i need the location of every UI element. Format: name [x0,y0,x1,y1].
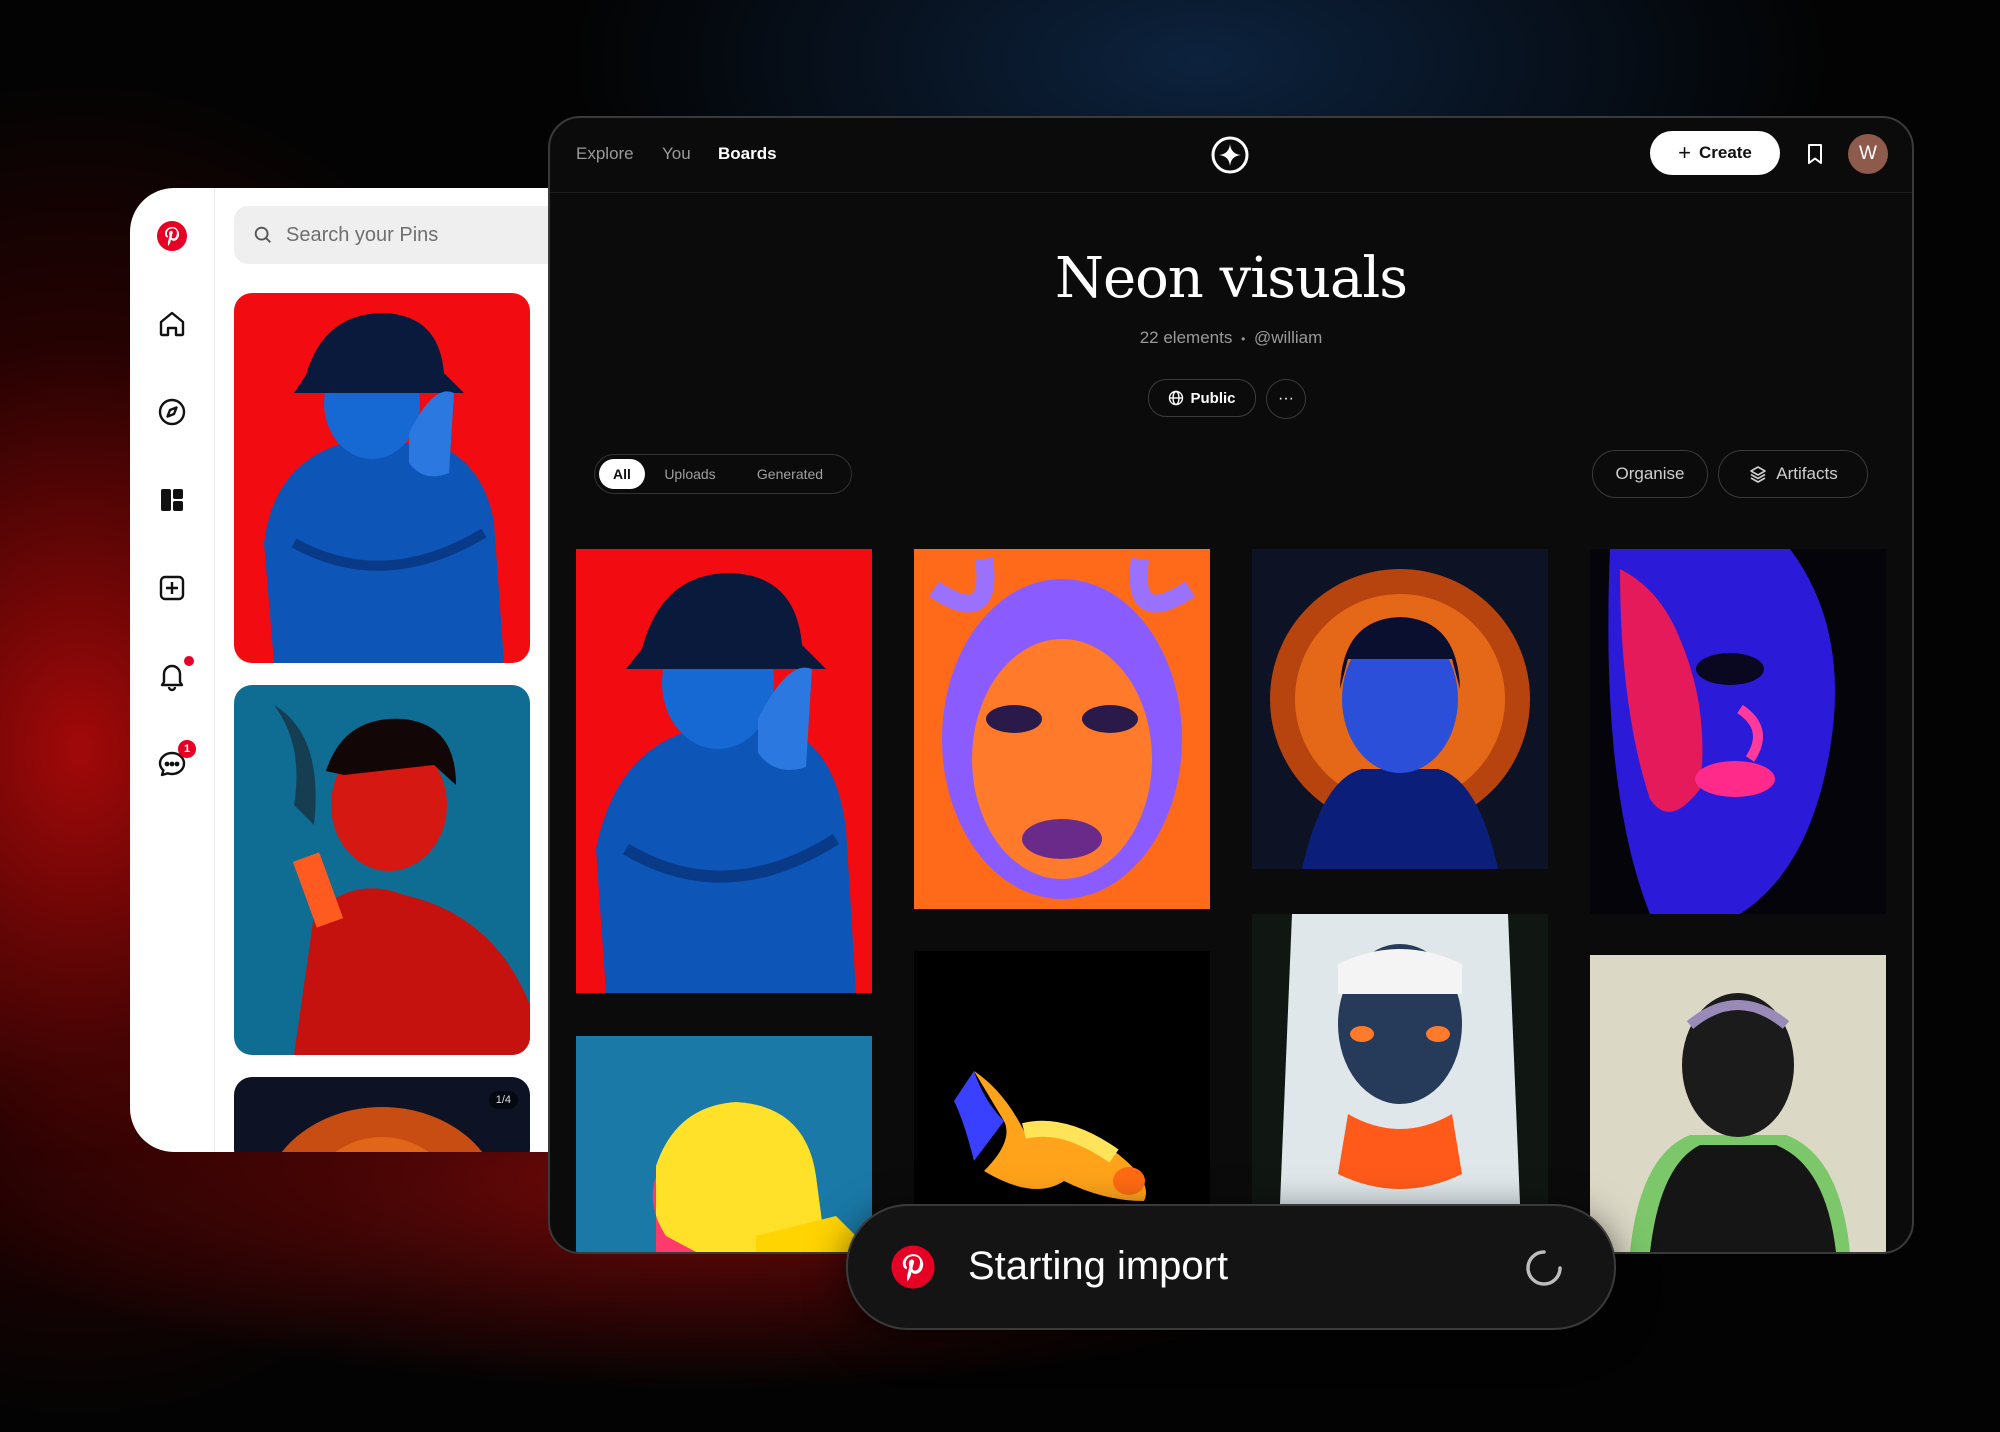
loading-spinner-icon [1526,1250,1562,1286]
board-title: Neon visuals [1054,246,1408,311]
nav-boards[interactable]: Boards [718,144,777,164]
explore-compass-icon[interactable] [150,390,194,434]
visibility-button[interactable]: Public [1148,379,1256,417]
home-icon[interactable] [150,302,194,346]
top-navigation-bar: Explore You Boards + Create W [550,118,1912,193]
board-pin[interactable] [1590,549,1886,914]
layers-icon [1750,466,1767,483]
pin-card[interactable]: 1/4 [234,1077,530,1152]
pin-image-orange-halo [1252,549,1548,869]
notification-dot [184,656,194,666]
pin-carousel-counter: 1/4 [488,1091,518,1109]
board-pin[interactable] [1252,549,1548,869]
app-logo-icon[interactable] [1209,134,1251,176]
nav-explore[interactable]: Explore [576,144,634,164]
messages-badge: 1 [178,740,196,758]
filter-tabs: All Uploads Generated [594,454,852,494]
pinterest-sidebar: 1 [130,188,215,1152]
pinterest-panel: 1 Search your Pins 1/4 [130,188,610,1152]
toast-message: Starting import [968,1244,1229,1288]
search-icon [254,226,271,243]
create-pin-icon[interactable] [150,566,194,610]
pin-image-neon-portrait-red [576,549,872,993]
pin-image-inverted-portrait [1252,914,1548,1252]
pin-card[interactable] [234,293,530,663]
board-pin[interactable] [1590,955,1886,1252]
pinterest-logo-icon[interactable] [150,214,194,258]
pin-image-shadow-silhouette [1590,955,1886,1252]
filter-tab-generated[interactable]: Generated [735,459,845,489]
pin-image-neon-portrait-blue [234,685,530,1055]
board-meta: 22 elements • @william [550,328,1912,348]
pin-image-orange-halo [234,1077,530,1152]
messages-icon[interactable]: 1 [150,740,196,786]
import-toast: Starting import [846,1204,1616,1330]
globe-icon [1169,390,1184,406]
boards-icon[interactable] [150,478,194,522]
board-pin[interactable] [576,1036,872,1252]
visibility-label: Public [1190,389,1236,407]
meta-separator: • [1241,332,1246,346]
board-window: Explore You Boards + Create W Neon visua… [548,116,1914,1254]
board-pin[interactable] [1252,914,1548,1252]
bookmark-icon[interactable] [1804,142,1826,166]
create-button[interactable]: + Create [1650,131,1780,175]
notifications-bell-icon[interactable] [150,654,194,698]
board-pin[interactable] [576,549,872,993]
board-pin[interactable] [914,549,1210,909]
pin-image-uv-face [1590,549,1886,914]
artifacts-button[interactable]: Artifacts [1718,450,1868,498]
artifacts-label: Artifacts [1776,464,1838,483]
pin-image-neon-portrait-red [234,293,530,663]
board-owner[interactable]: @william [1254,328,1322,347]
filter-tab-uploads[interactable]: Uploads [651,459,729,489]
pin-image-yellow-silhouette [576,1036,872,1252]
create-label: Create [1698,143,1752,162]
nav-you[interactable]: You [662,144,691,164]
pin-image-neon-face [914,549,1210,909]
elements-count: 22 elements [1139,328,1233,347]
more-options-button[interactable]: ··· [1266,379,1306,419]
avatar[interactable]: W [1848,134,1888,174]
pin-card[interactable] [234,685,530,1055]
filter-tab-all[interactable]: All [599,459,645,489]
pinterest-logo-icon [891,1245,935,1289]
organise-button[interactable]: Organise [1592,450,1708,498]
search-placeholder: Search your Pins [286,223,439,246]
plus-icon: + [1678,140,1691,165]
